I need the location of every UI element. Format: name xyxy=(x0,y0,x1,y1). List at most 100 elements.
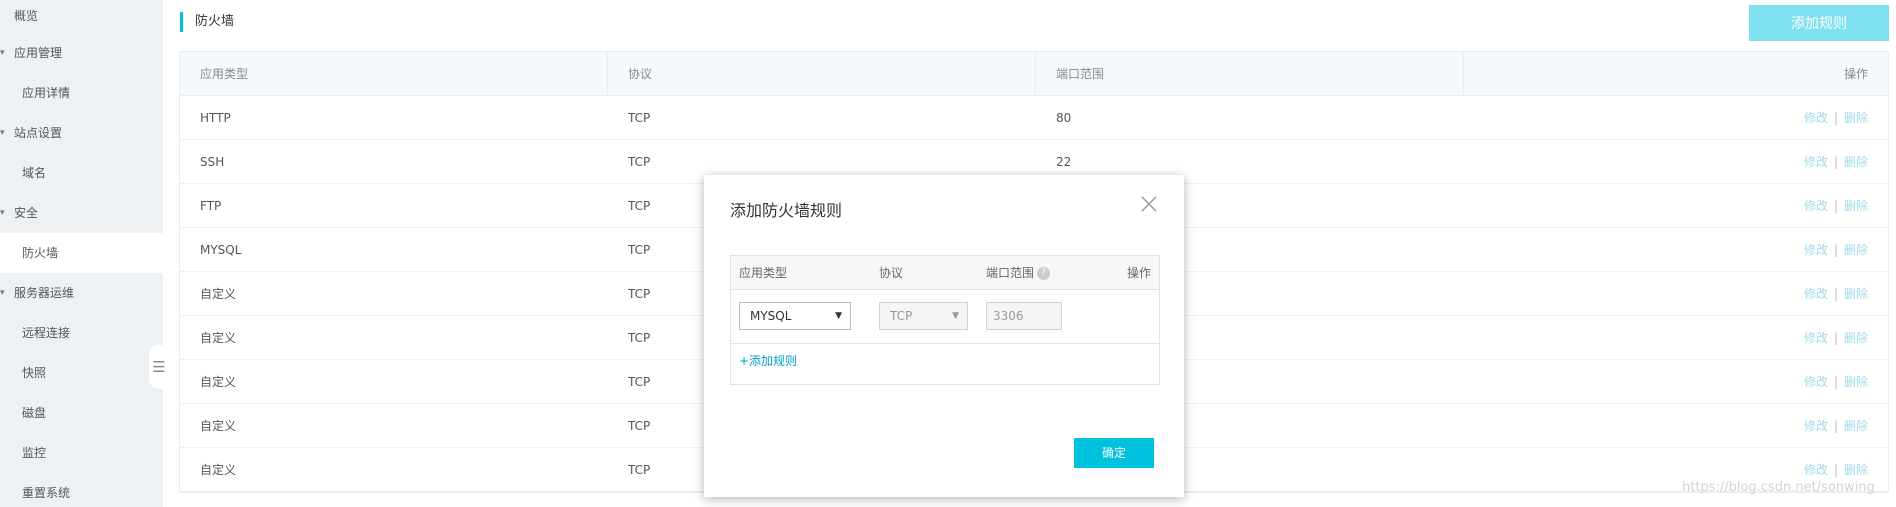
sidebar-item-label: 磁盘 xyxy=(22,406,47,420)
dialog-header-protocol: 协议 xyxy=(879,266,904,280)
rule-row: MYSQL ▼ TCP ▼ xyxy=(731,290,1159,344)
edit-link[interactable]: 修改 xyxy=(1804,331,1828,345)
sidebar-item-label: 应用管理 xyxy=(14,46,63,60)
separator: | xyxy=(1833,155,1838,169)
sidebar-item[interactable]: 快照 xyxy=(0,353,163,393)
delete-link[interactable]: 删除 xyxy=(1844,243,1868,257)
caret-down-icon: ▾ xyxy=(0,288,5,298)
delete-link[interactable]: 删除 xyxy=(1844,287,1868,301)
separator: | xyxy=(1833,463,1838,477)
header-app-type: 应用类型 xyxy=(180,52,608,96)
cell-app-type: 自定义 xyxy=(200,375,237,389)
cell-actions: 修改 | 删除 xyxy=(1464,140,1888,183)
separator: | xyxy=(1833,199,1838,213)
cell-actions: 修改 | 删除 xyxy=(1464,316,1888,359)
sidebar-item-label: 站点设置 xyxy=(14,126,63,140)
cell-protocol: TCP xyxy=(628,111,651,125)
edit-link[interactable]: 修改 xyxy=(1804,375,1828,389)
sidebar-item-label: 监控 xyxy=(22,446,47,460)
separator: | xyxy=(1833,375,1838,389)
close-icon[interactable] xyxy=(1137,192,1161,216)
caret-down-icon: ▾ xyxy=(0,208,5,218)
dialog-header-app-type: 应用类型 xyxy=(739,266,788,280)
delete-link[interactable]: 删除 xyxy=(1844,331,1868,345)
protocol-select: TCP ▼ xyxy=(879,302,968,330)
add-rule-row-link[interactable]: +添加规则 xyxy=(739,352,797,369)
app-type-value: MYSQL xyxy=(750,309,792,323)
sidebar-item-label: 安全 xyxy=(14,206,39,220)
sidebar-item-label: 防火墙 xyxy=(22,246,59,260)
cell-app-type: HTTP xyxy=(200,111,231,125)
add-firewall-rule-dialog: 添加防火墙规则 应用类型 协议 端口范围? 操作 MYSQL ▼ TCP ▼ +… xyxy=(704,175,1184,497)
sidebar: 概览 ▾ 应用管理应用详情 ▾ 站点设置域名 ▾ 安全防火墙 ▾ 服务器运维远程连接快照磁盘监控… xyxy=(0,0,163,507)
table-row: HTTP TCP 80 修改 | 删除 xyxy=(180,96,1888,140)
port-range-input xyxy=(986,302,1062,330)
cell-app-type: FTP xyxy=(200,199,222,213)
sidebar-item[interactable]: 远程连接 xyxy=(0,313,163,353)
caret-down-icon: ▼ xyxy=(835,311,842,321)
sidebar-item-label: 服务器运维 xyxy=(14,286,75,300)
sidebar-item-label: 域名 xyxy=(22,166,47,180)
rule-editor-header: 应用类型 协议 端口范围? 操作 xyxy=(731,256,1159,290)
separator: | xyxy=(1833,331,1838,345)
delete-link[interactable]: 删除 xyxy=(1844,111,1868,125)
cell-actions: 修改 | 删除 xyxy=(1464,184,1888,227)
sidebar-item[interactable]: 应用详情 xyxy=(0,73,163,113)
sidebar-item[interactable]: 域名 xyxy=(0,153,163,193)
sidebar-item-label: 应用详情 xyxy=(22,86,71,100)
cell-actions: 修改 | 删除 xyxy=(1464,360,1888,403)
sidebar-item-label: 概览 xyxy=(14,9,39,23)
delete-link[interactable]: 删除 xyxy=(1844,375,1868,389)
edit-link[interactable]: 修改 xyxy=(1804,287,1828,301)
edit-link[interactable]: 修改 xyxy=(1804,243,1828,257)
sidebar-item-label: 远程连接 xyxy=(22,326,71,340)
delete-link[interactable]: 删除 xyxy=(1844,419,1868,433)
edit-link[interactable]: 修改 xyxy=(1804,155,1828,169)
help-icon[interactable]: ? xyxy=(1037,267,1051,280)
edit-link[interactable]: 修改 xyxy=(1804,199,1828,213)
sidebar-item-label: 重置系统 xyxy=(22,486,71,500)
sidebar-item[interactable]: 重置系统 xyxy=(0,473,163,507)
sidebar-item[interactable]: 防火墙 xyxy=(0,233,163,273)
dialog-header-port-label: 端口范围 xyxy=(986,266,1035,280)
cell-app-type: SSH xyxy=(200,155,225,169)
dialog-header-actions: 操作 xyxy=(1126,266,1151,280)
sidebar-item-label: 快照 xyxy=(22,366,47,380)
page-title: 防火墙 xyxy=(180,12,234,32)
separator: | xyxy=(1833,287,1838,301)
cell-actions: 修改 | 删除 xyxy=(1464,272,1888,315)
sidebar-item[interactable]: ▾ 服务器运维 xyxy=(0,273,163,313)
sidebar-item[interactable]: 监控 xyxy=(0,433,163,473)
delete-link[interactable]: 删除 xyxy=(1844,463,1868,477)
caret-down-icon: ▾ xyxy=(0,48,5,58)
separator: | xyxy=(1833,419,1838,433)
sidebar-item[interactable]: 概览 xyxy=(0,0,163,36)
cell-port-range: 80 xyxy=(1056,111,1072,125)
sidebar-item[interactable]: ▾ 站点设置 xyxy=(0,113,163,153)
protocol-value: TCP xyxy=(890,309,913,323)
cell-actions: 修改 | 删除 xyxy=(1464,96,1888,139)
rule-editor-table: 应用类型 协议 端口范围? 操作 MYSQL ▼ TCP ▼ +添加规则 xyxy=(730,255,1160,385)
add-rule-button[interactable]: 添加规则 xyxy=(1749,5,1889,41)
confirm-button[interactable]: 确定 xyxy=(1074,438,1154,468)
delete-link[interactable]: 删除 xyxy=(1844,155,1868,169)
separator: | xyxy=(1833,111,1838,125)
edit-link[interactable]: 修改 xyxy=(1804,419,1828,433)
dialog-header-port-range: 端口范围? xyxy=(986,256,1051,290)
cell-app-type: MYSQL xyxy=(200,243,242,257)
header-actions: 操作 xyxy=(1843,67,1868,81)
sidebar-item[interactable]: 磁盘 xyxy=(0,393,163,433)
cell-app-type: 自定义 xyxy=(200,463,237,477)
header-protocol: 协议 xyxy=(608,52,1036,96)
edit-link[interactable]: 修改 xyxy=(1804,111,1828,125)
sidebar-item[interactable]: ▾ 应用管理 xyxy=(0,33,163,73)
caret-down-icon: ▾ xyxy=(0,128,5,138)
cell-app-type: 自定义 xyxy=(200,331,237,345)
sidebar-item[interactable]: ▾ 安全 xyxy=(0,193,163,233)
cell-actions: 修改 | 删除 xyxy=(1464,404,1888,447)
separator: | xyxy=(1833,243,1838,257)
delete-link[interactable]: 删除 xyxy=(1844,199,1868,213)
app-type-select[interactable]: MYSQL ▼ xyxy=(739,302,851,330)
edit-link[interactable]: 修改 xyxy=(1804,463,1828,477)
header-port-range: 端口范围 xyxy=(1036,52,1464,96)
